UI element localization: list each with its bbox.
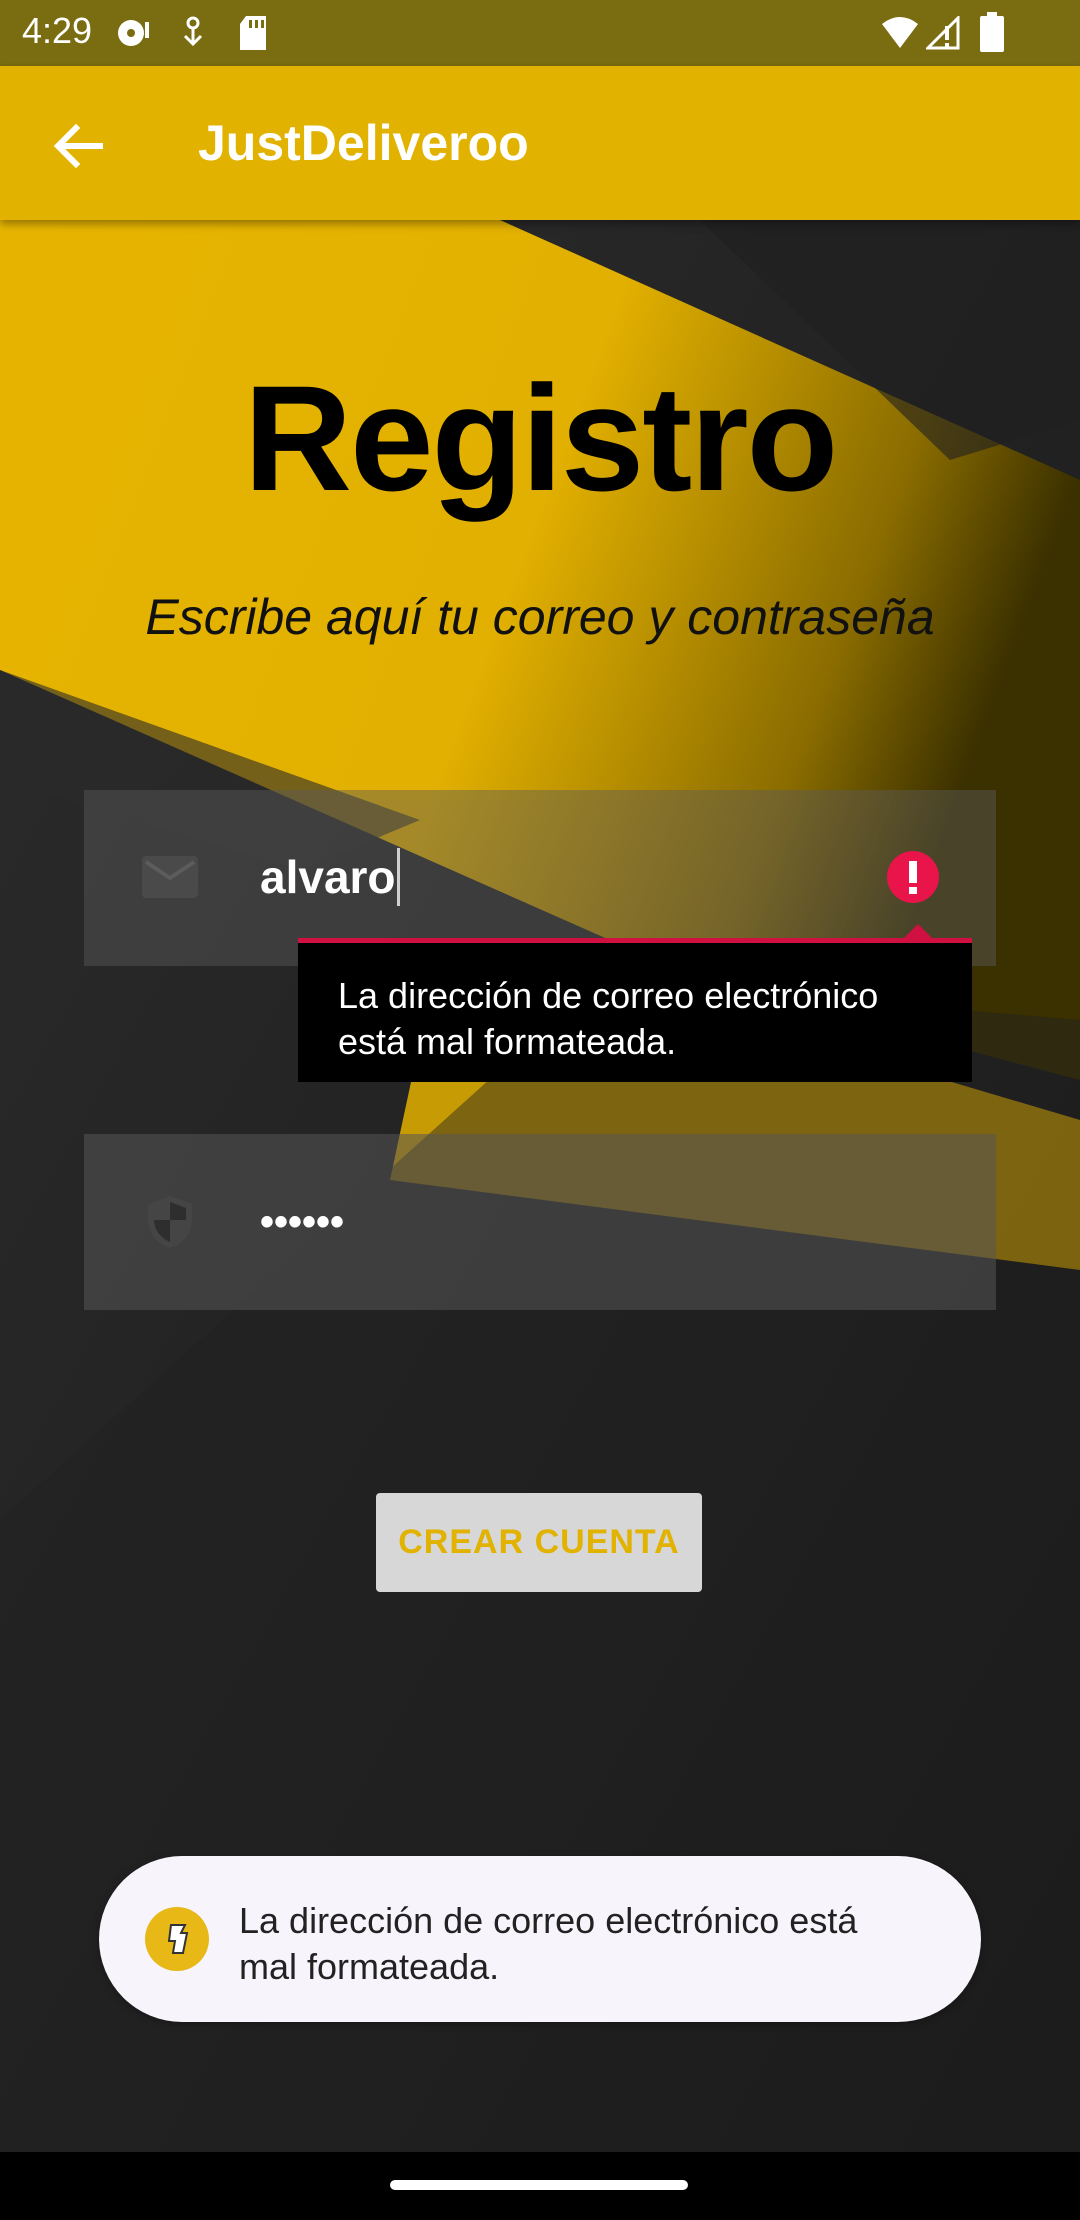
sd-card-icon <box>240 16 266 50</box>
error-icon <box>887 851 939 903</box>
home-gesture-handle[interactable] <box>390 2180 688 2190</box>
page-subtitle: Escribe aquí tu correo y contraseña <box>145 589 935 645</box>
signal-icon <box>926 16 960 50</box>
text-cursor <box>397 848 400 906</box>
arrow-left-icon[interactable] <box>48 116 108 176</box>
create-account-button[interactable]: CREAR CUENTA <box>376 1493 702 1592</box>
toast-line2: mal formateada. <box>239 1946 500 1987</box>
status-time: 4:29 <box>22 10 93 51</box>
email-input-value[interactable]: alvaro <box>260 850 396 904</box>
app-bar: JustDeliveroo <box>0 66 1080 220</box>
battery-icon <box>980 12 1004 52</box>
navigation-bar <box>0 2152 1080 2220</box>
envelope-icon <box>142 856 198 898</box>
password-field[interactable]: •••••• <box>84 1134 996 1310</box>
error-tooltip-line2: está mal formateada. <box>338 1021 677 1062</box>
wifi-icon <box>882 17 918 48</box>
error-tooltip-line1: La dirección de correo electrónico <box>338 975 879 1016</box>
app-title: JustDeliveroo <box>198 115 529 171</box>
toast-message: La dirección de correo electrónico está … <box>99 1856 981 2022</box>
shield-icon <box>148 1196 192 1248</box>
app-logo-icon <box>145 1907 209 1971</box>
error-tooltip: La dirección de correo electrónico está … <box>298 943 972 1082</box>
toast-text: La dirección de correo electrónico está … <box>239 1898 939 1990</box>
page-title: Registro <box>243 354 838 522</box>
password-input-value[interactable]: •••••• <box>260 1200 344 1245</box>
usb-debug-icon <box>183 16 203 47</box>
status-bar: 4:29 <box>0 0 1080 66</box>
media-icon <box>118 20 149 46</box>
toast-line1: La dirección de correo electrónico está <box>239 1900 858 1941</box>
